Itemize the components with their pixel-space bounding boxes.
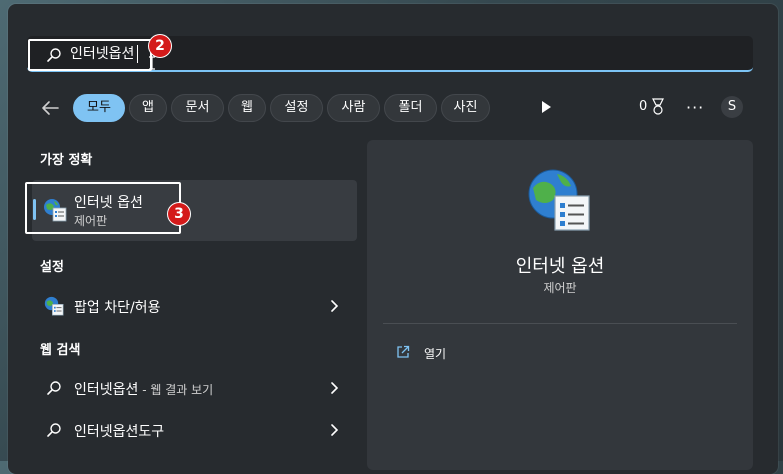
web-result-label: 인터넷옵션 [74, 382, 139, 398]
web-result-suffix: - 웹 결과 보기 [138, 383, 214, 397]
settings-item-popup[interactable]: 팝업 차단/허용 [74, 297, 160, 317]
step-badge-2: 2 [149, 35, 171, 57]
web-search-heading: 웹 검색 [40, 343, 81, 358]
text-caret [137, 45, 138, 63]
filter-chip-apps[interactable]: 앱 [129, 94, 167, 122]
best-match-heading: 가장 정확 [40, 153, 93, 168]
play-more-icon[interactable] [540, 100, 552, 114]
search-icon [47, 423, 61, 437]
best-match-title: 인터넷 옵션 [74, 195, 143, 211]
search-icon [47, 48, 61, 62]
settings-heading: 설정 [40, 260, 64, 275]
web-result-item[interactable]: 인터넷옵션도구 [74, 421, 164, 441]
medal-icon[interactable] [650, 98, 666, 116]
filter-chip-folders[interactable]: 폴더 [384, 94, 437, 122]
open-action[interactable]: 열기 [424, 345, 446, 362]
filter-chip-web[interactable]: 웹 [228, 94, 266, 122]
ibeam-cursor-icon [149, 56, 155, 70]
detail-title: 인터넷 옵션 [515, 256, 605, 277]
filter-chip-all[interactable]: 모두 [73, 94, 125, 122]
detail-subtitle: 제어판 [543, 281, 577, 295]
more-options-icon[interactable]: ··· [686, 98, 704, 117]
search-input[interactable]: 인터넷옵션 [70, 44, 134, 64]
search-icon [47, 381, 61, 395]
back-arrow-icon[interactable] [40, 98, 60, 118]
filter-chip-settings[interactable]: 설정 [270, 94, 323, 122]
filter-chip-photos[interactable]: 사진 [441, 94, 490, 122]
internet-options-large-icon [528, 169, 590, 231]
rewards-points: 0 [639, 99, 648, 114]
chevron-right-icon[interactable] [329, 424, 339, 436]
best-match-subtitle: 제어판 [74, 214, 108, 228]
step-badge-3: 3 [168, 203, 190, 225]
open-external-icon[interactable] [396, 345, 410, 359]
chevron-right-icon[interactable] [329, 300, 339, 312]
popup-blocker-icon [44, 296, 64, 316]
chevron-right-icon[interactable] [329, 382, 339, 394]
web-result-item[interactable]: 인터넷옵션 - 웹 결과 보기 [74, 379, 213, 399]
filter-chip-people[interactable]: 사람 [327, 94, 380, 122]
filter-chip-documents[interactable]: 문서 [171, 94, 224, 122]
detail-divider [383, 323, 737, 324]
avatar[interactable]: S [721, 96, 743, 118]
web-result-label: 인터넷옵션도구 [74, 424, 165, 440]
internet-options-icon [44, 199, 67, 222]
